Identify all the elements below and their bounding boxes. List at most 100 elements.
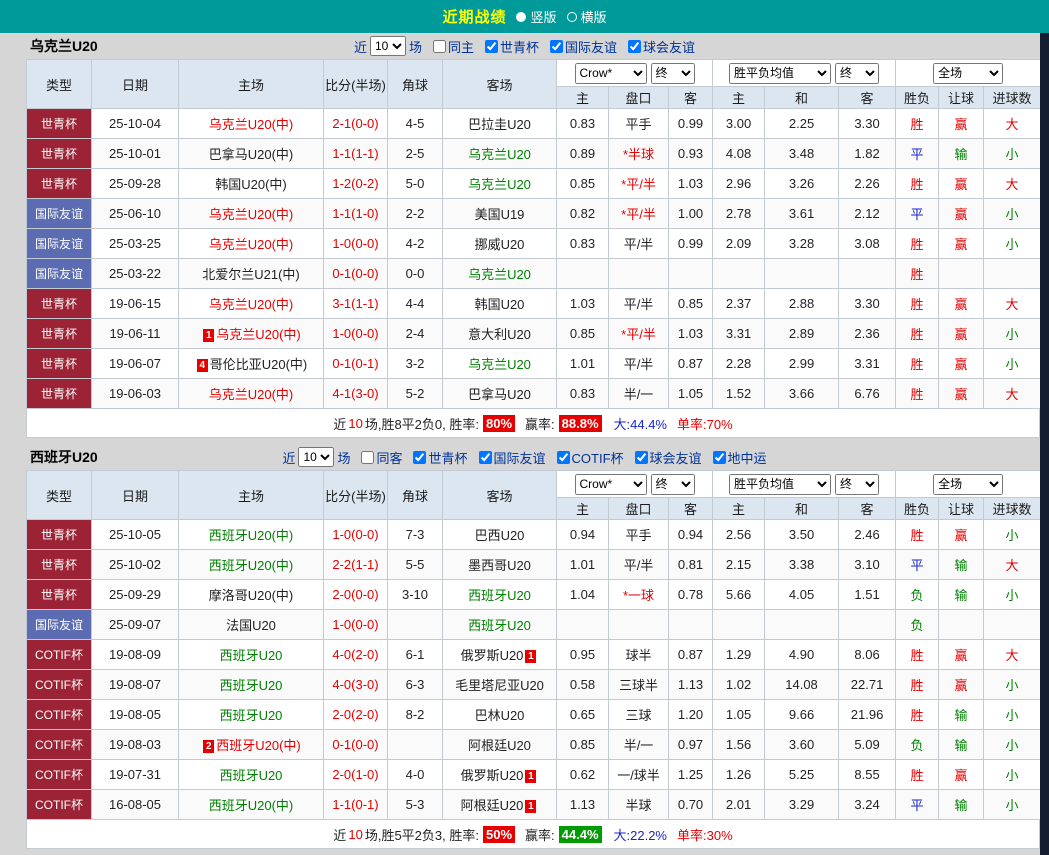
avg-home-cell [713,610,765,640]
odds-source-select[interactable]: Crow* [575,474,647,495]
result-cell: 平 [896,790,939,820]
avg-source-select[interactable]: 胜平负均值 [729,63,831,84]
home-team-cell: 西班牙U20(中) [179,550,324,580]
competition-option[interactable]: 球会友谊 [620,37,695,56]
home-team-cell: 2西班牙U20(中) [179,730,324,760]
handicap-result-cell: 输 [939,580,984,610]
home-team-cell: 西班牙U20(中) [179,790,324,820]
avg-draw-cell: 2.89 [765,319,839,349]
competition-checkbox[interactable] [635,451,648,464]
avg-draw-cell: 3.26 [765,169,839,199]
avg-home-cell: 5.66 [713,580,765,610]
competition-option[interactable]: 球会友谊 [627,448,702,467]
competition-option[interactable]: 世青杯 [405,448,467,467]
away-odds-cell: 1.03 [669,319,713,349]
competition-option[interactable]: COTIF杯 [549,448,624,467]
avg-away-cell: 2.12 [839,199,896,229]
goals-result-cell: 大 [984,289,1041,319]
avg-away-cell [839,259,896,289]
avg-away-cell [839,610,896,640]
layout-radio-vertical[interactable]: 竖版 [516,7,556,26]
competition-checkbox[interactable] [413,451,426,464]
same-venue-option[interactable]: 同客 [353,448,402,467]
subcol-4: 和 [765,498,839,520]
scope-select[interactable]: 全场 [933,474,1003,495]
handicap-cell: 平/半 [609,550,669,580]
home-odds-cell: 1.01 [557,550,609,580]
subcol-5: 客 [839,87,896,109]
odds-time-select[interactable]: 终 [651,63,695,84]
competition-checkbox[interactable] [479,451,492,464]
layout-radio-horizontal[interactable]: 横版 [567,7,607,26]
competition-checkbox[interactable] [628,40,641,53]
match-count-select[interactable]: 10 [370,36,406,56]
summary-count: 10 [348,827,362,842]
avg-draw-cell: 2.99 [765,349,839,379]
avg-draw-cell: 3.28 [765,229,839,259]
result-cell: 胜 [896,349,939,379]
same-venue-option[interactable]: 同主 [425,37,474,56]
away-odds-cell: 1.20 [669,700,713,730]
handicap-result-cell: 赢 [939,289,984,319]
avg-home-cell: 1.29 [713,640,765,670]
avg-away-cell: 3.08 [839,229,896,259]
home-team-cell: 4哥伦比亚U20(中) [179,349,324,379]
avg-time-select[interactable]: 终 [835,63,879,84]
handicap-cell: 半球 [609,790,669,820]
match-row: 世青杯25-10-02西班牙U20(中)2-2(1-1)5-5墨西哥U201.0… [27,550,1041,580]
odds-source-select[interactable]: Crow* [575,63,647,84]
avg-draw-cell: 3.66 [765,379,839,409]
col-type: 类型 [27,471,92,520]
competition-option[interactable]: 国际友谊 [542,37,617,56]
match-count-select[interactable]: 10 [298,447,334,467]
date-cell: 25-03-22 [92,259,179,289]
handicap-cell: 半/一 [609,730,669,760]
score-cell: 2-2(1-1) [324,550,388,580]
near-label: 近 [282,448,295,467]
competition-cell: 世青杯 [27,580,92,610]
away-team-cell: 西班牙U20 [443,580,557,610]
avg-source-select[interactable]: 胜平负均值 [729,474,831,495]
match-row: 国际友谊25-03-22北爱尔兰U21(中)0-1(0-0)0-0乌克兰U20胜 [27,259,1041,289]
avg-time-select[interactable]: 终 [835,474,879,495]
home-odds-cell: 0.82 [557,199,609,229]
competition-option[interactable]: 世青杯 [477,37,539,56]
goals-result-cell: 小 [984,790,1041,820]
competition-label: 世青杯 [500,37,539,56]
odds-time-select[interactable]: 终 [651,474,695,495]
away-odds-cell: 1.03 [669,169,713,199]
handicap-result-cell: 输 [939,790,984,820]
score-cell: 0-1(0-1) [324,349,388,379]
home-team-cell: 西班牙U20(中) [179,520,324,550]
competition-option[interactable]: 国际友谊 [471,448,546,467]
score-cell: 2-0(2-0) [324,700,388,730]
away-team-cell: 韩国U20 [443,289,557,319]
competition-checkbox[interactable] [550,40,563,53]
date-cell: 25-06-10 [92,199,179,229]
games-label: 场 [337,448,350,467]
competition-cell: 世青杯 [27,109,92,139]
competition-cell: 世青杯 [27,289,92,319]
home-odds-cell: 0.65 [557,700,609,730]
same-venue-checkbox[interactable] [433,40,446,53]
same-venue-checkbox[interactable] [361,451,374,464]
date-cell: 25-09-28 [92,169,179,199]
handicap-cell: 三球 [609,700,669,730]
goals-result-cell: 小 [984,349,1041,379]
score-cell: 1-1(1-1) [324,139,388,169]
corner-cell: 0-0 [388,259,443,289]
competition-option[interactable]: 地中运 [705,448,767,467]
competition-checkbox[interactable] [557,451,570,464]
competition-cell: 世青杯 [27,319,92,349]
avg-away-cell: 1.82 [839,139,896,169]
avg-home-cell: 2.37 [713,289,765,319]
result-cell: 平 [896,550,939,580]
col-score: 比分(半场) [324,471,388,520]
competition-label: 国际友谊 [565,37,617,56]
competition-checkbox[interactable] [713,451,726,464]
away-odds-cell: 1.25 [669,760,713,790]
scope-select[interactable]: 全场 [933,63,1003,84]
match-row: 世青杯19-06-15乌克兰U20(中)3-1(1-1)4-4韩国U201.03… [27,289,1041,319]
away-team-cell: 美国U19 [443,199,557,229]
competition-checkbox[interactable] [485,40,498,53]
